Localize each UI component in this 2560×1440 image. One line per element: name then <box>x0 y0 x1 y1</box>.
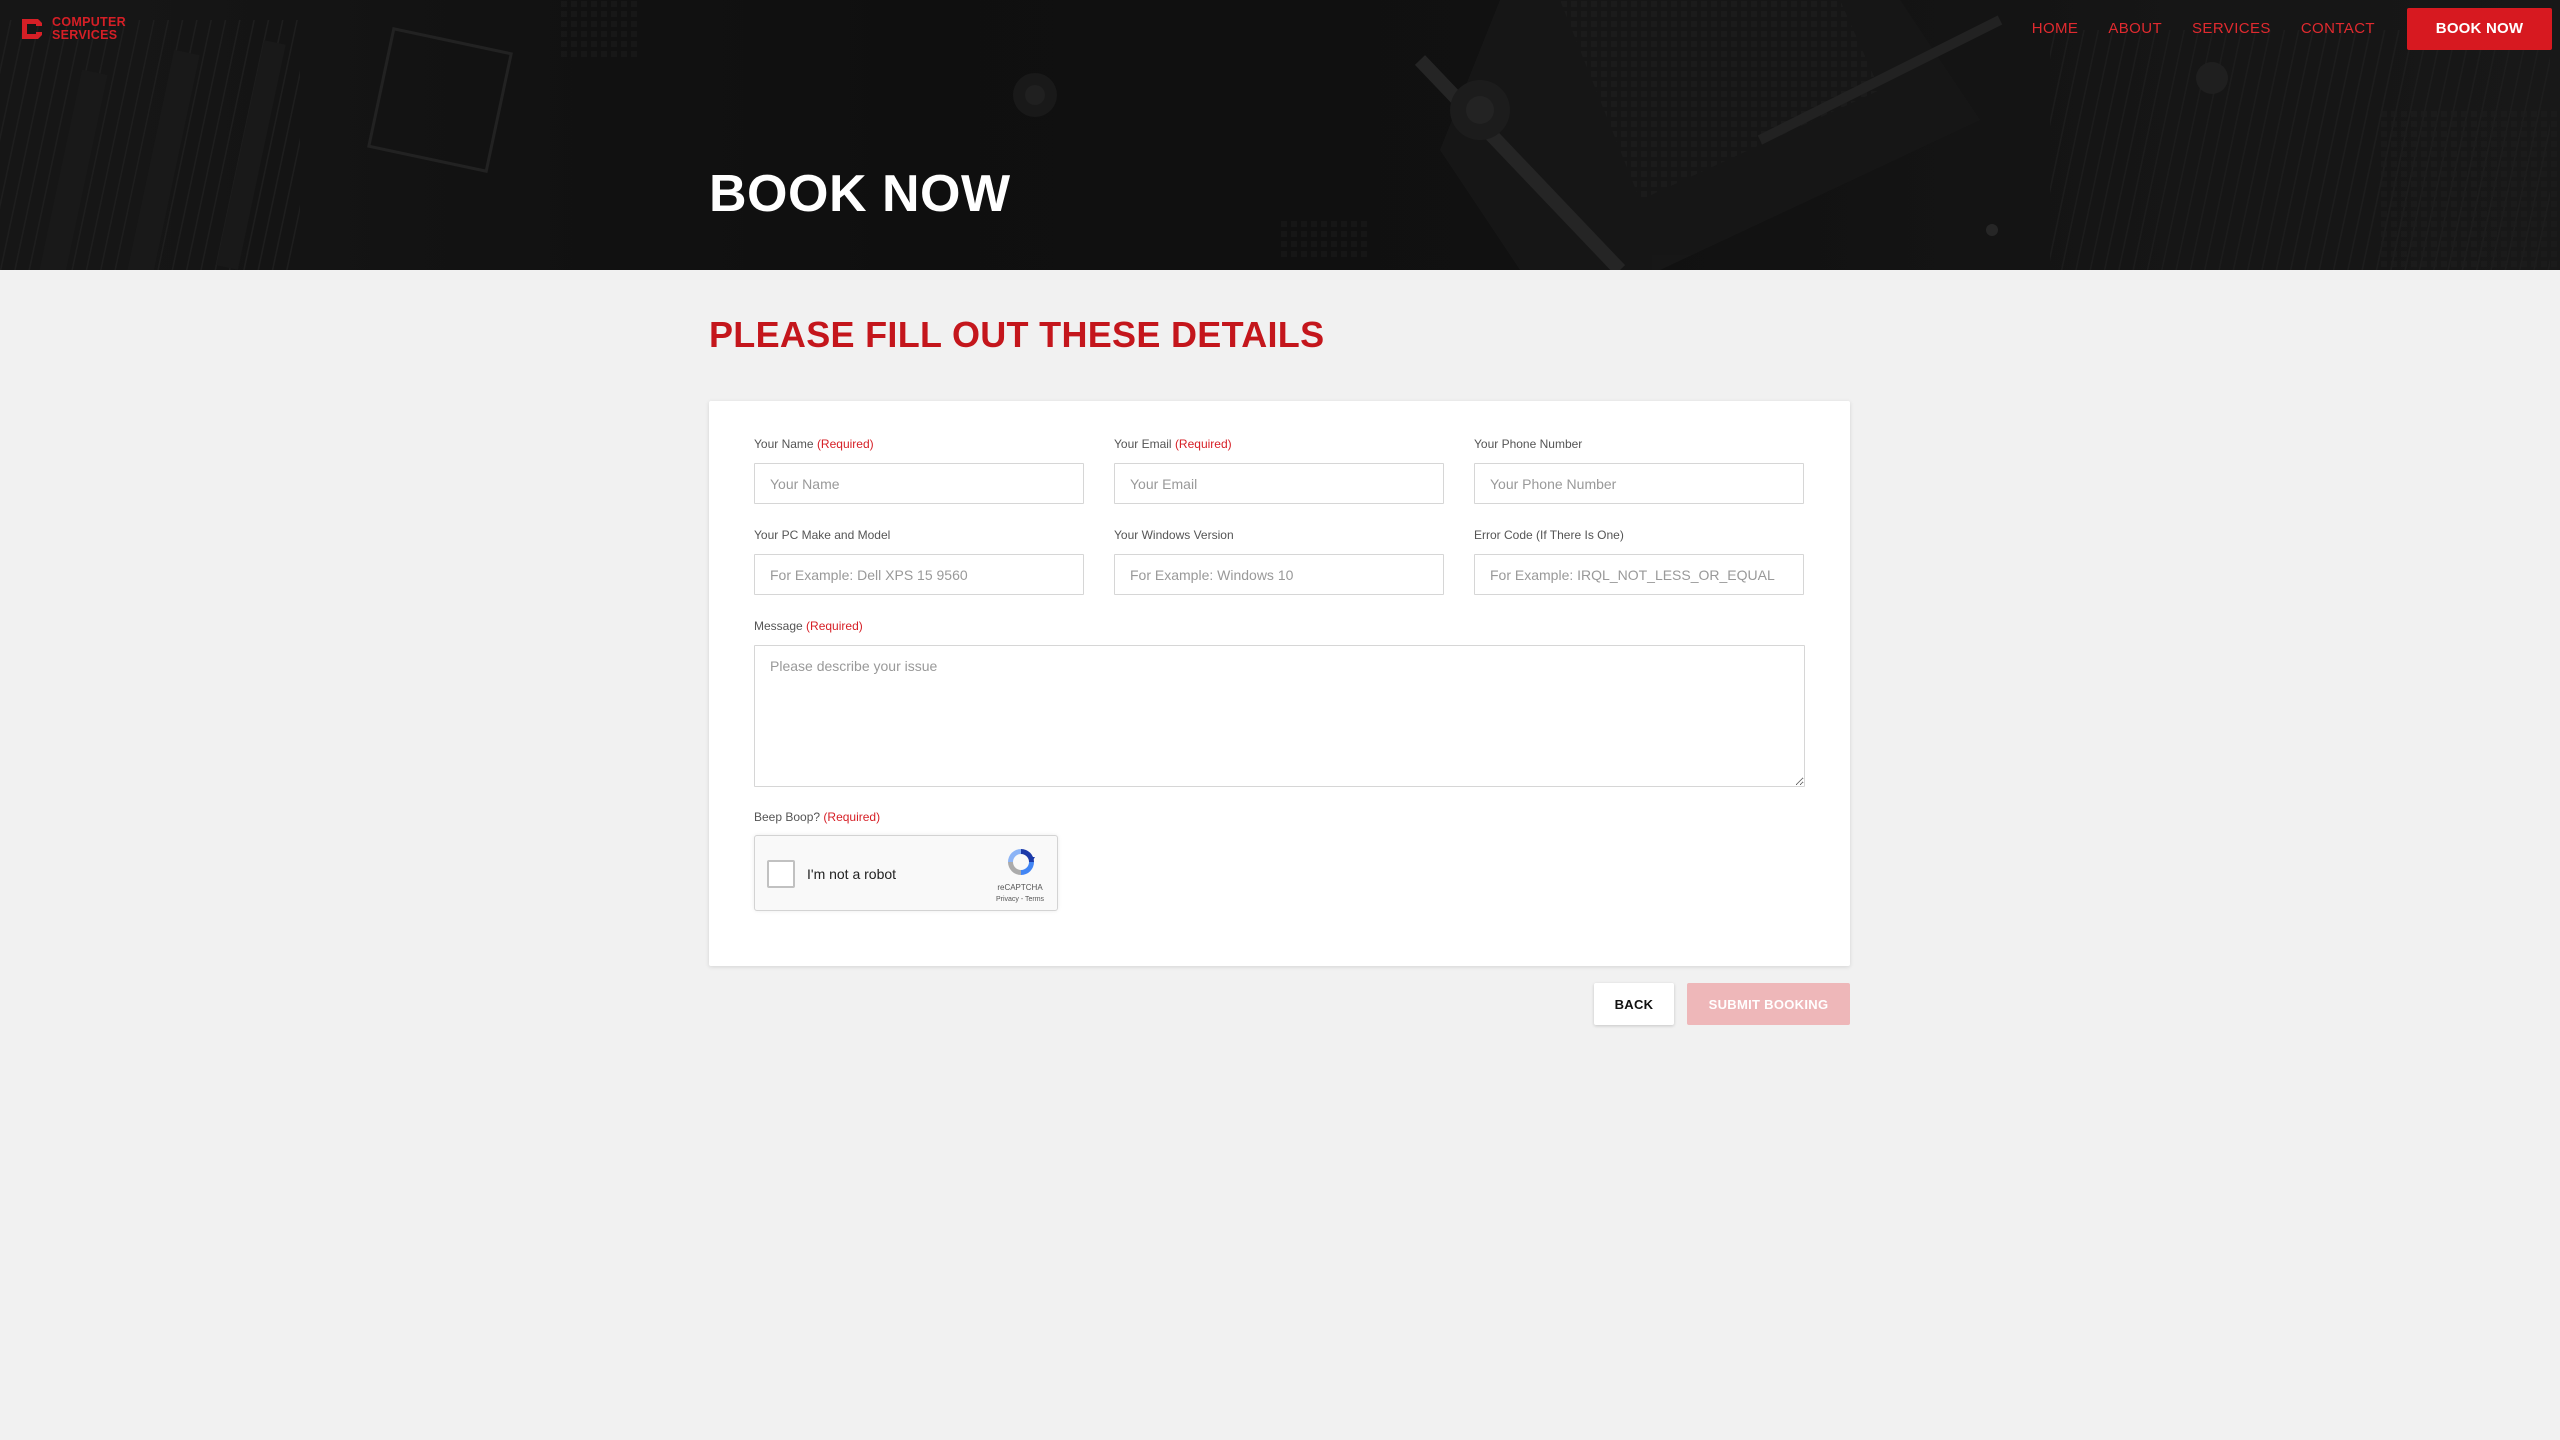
windows-version-label: Your Windows Version <box>1114 528 1234 542</box>
required-tag: (Required) <box>823 810 881 824</box>
recaptcha-icon <box>1008 849 1035 875</box>
email-input[interactable] <box>1114 463 1444 504</box>
site-logo[interactable]: COMPUTER SERVICES <box>18 16 126 42</box>
message-label-text: Message <box>754 619 803 633</box>
recaptcha-brand: reCAPTCHA <box>997 883 1043 892</box>
nav-link-services[interactable]: SERVICES <box>2192 8 2271 50</box>
required-tag: (Required) <box>816 437 874 451</box>
email-label-text: Your Email <box>1114 437 1172 451</box>
pc-model-input[interactable] <box>754 554 1084 595</box>
message-field-group: Message (Required) <box>754 619 1805 787</box>
recaptcha-widget: I'm not a robot reCAPTCHA Privacy - Term… <box>754 835 1058 911</box>
recaptcha-label: I'm not a robot <box>807 866 897 882</box>
error-code-label: Error Code (If There Is One) <box>1474 528 1624 542</box>
required-tag: (Required) <box>1174 437 1232 451</box>
message-textarea[interactable] <box>754 645 1805 787</box>
form-heading: PLEASE FILL OUT THESE DETAILS <box>709 314 1325 355</box>
logo-line-2: SERVICES <box>52 28 118 42</box>
phone-label: Your Phone Number <box>1474 437 1583 451</box>
book-now-button[interactable]: BOOK NOW <box>2407 8 2552 50</box>
name-field-group: Your Name (Required) <box>754 437 1084 504</box>
back-button[interactable]: BACK <box>1594 983 1674 1025</box>
page-title: BOOK NOW <box>709 165 1011 223</box>
required-tag: (Required) <box>806 619 863 633</box>
email-field-group: Your Email (Required) <box>1114 437 1444 504</box>
pc-model-label: Your PC Make and Model <box>754 528 891 542</box>
name-label: Your Name (Required) <box>754 437 1084 451</box>
nav-link-home[interactable]: HOME <box>2032 8 2079 50</box>
recaptcha-privacy-terms[interactable]: Privacy - Terms <box>995 896 1045 903</box>
hero-banner: COMPUTER SERVICES HOME ABOUT SERVICES CO… <box>0 0 2560 270</box>
logo-icon <box>22 19 42 39</box>
phone-field-group: Your Phone Number <box>1474 437 1804 504</box>
main-nav: HOME ABOUT SERVICES CONTACT BOOK NOW <box>2032 8 2552 50</box>
name-label-text: Your Name <box>754 437 814 451</box>
name-input[interactable] <box>754 463 1084 504</box>
pc-model-field-group: Your PC Make and Model <box>754 528 1084 595</box>
submit-booking-button[interactable]: SUBMIT BOOKING <box>1687 983 1850 1025</box>
logo-text: COMPUTER SERVICES <box>52 16 126 42</box>
error-code-input[interactable] <box>1474 554 1804 595</box>
nav-link-contact[interactable]: CONTACT <box>2301 8 2375 50</box>
captcha-label: Beep Boop? (Required) <box>754 810 1058 824</box>
nav-link-about[interactable]: ABOUT <box>2108 8 2162 50</box>
windows-version-field-group: Your Windows Version <box>1114 528 1444 595</box>
windows-version-input[interactable] <box>1114 554 1444 595</box>
phone-input[interactable] <box>1474 463 1804 504</box>
error-code-field-group: Error Code (If There Is One) <box>1474 528 1804 595</box>
captcha-label-text: Beep Boop? <box>754 810 821 824</box>
recaptcha-checkbox[interactable] <box>767 860 795 888</box>
captcha-field-group: Beep Boop? (Required) I'm not a robot re… <box>754 810 1058 911</box>
email-label: Your Email (Required) <box>1114 437 1444 451</box>
message-label: Message (Required) <box>754 619 1805 633</box>
booking-form-card: Your Name (Required) Your Email (Require… <box>709 401 1850 966</box>
